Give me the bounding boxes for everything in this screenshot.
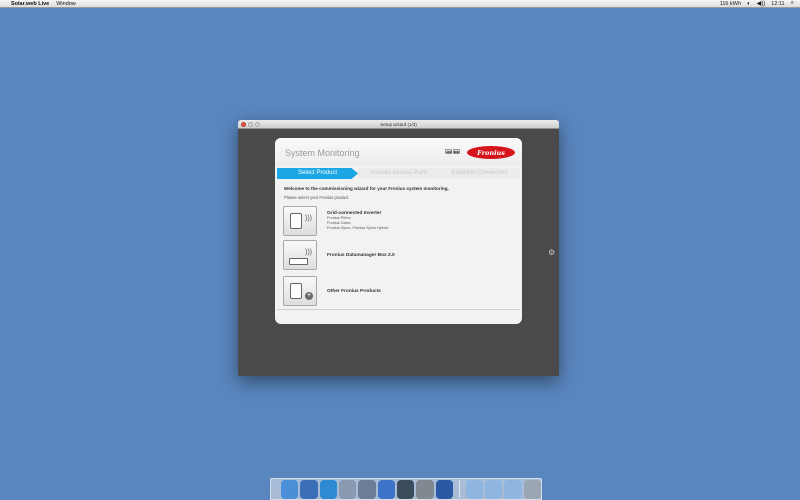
previous-button[interactable]: ◀◀ bbox=[445, 149, 452, 154]
wireless-signal-icon: ))) bbox=[305, 215, 312, 222]
dock-separator bbox=[458, 480, 460, 498]
product-other-fronius[interactable]: + Other Fronius Products bbox=[283, 275, 513, 307]
wireless-signal-icon: ))) bbox=[305, 249, 312, 256]
launchpad-icon[interactable] bbox=[300, 479, 318, 499]
wizard-content: Welcome to the commissioning wizard for … bbox=[284, 186, 514, 200]
other-products-thumbnail[interactable]: + bbox=[283, 276, 317, 306]
select-prompt: Please select your Fronius product bbox=[284, 195, 349, 200]
dock bbox=[270, 478, 542, 500]
plus-icon: + bbox=[305, 292, 313, 300]
folder-icon[interactable] bbox=[465, 479, 484, 499]
product-info: Other Fronius Products bbox=[327, 289, 381, 294]
product-name: Fronius Datamanager Box 2.0 bbox=[327, 252, 395, 258]
window-title: Setup wizard (1/3) bbox=[380, 121, 417, 127]
menu-window[interactable]: Window bbox=[56, 1, 76, 7]
spotlight-search-icon[interactable]: ⌕ bbox=[791, 0, 794, 7]
safari-icon[interactable] bbox=[319, 479, 337, 499]
device-icon bbox=[290, 283, 302, 299]
folder-icon[interactable] bbox=[504, 479, 522, 499]
minimize-window-button[interactable] bbox=[248, 122, 253, 127]
product-info: Fronius Datamanager Box 2.0 bbox=[327, 253, 395, 258]
wifi-icon[interactable]: ◐ bbox=[747, 1, 751, 7]
product-grid-connected-inverter[interactable]: ))) Grid-connected Inverter Fronius Prim… bbox=[283, 205, 513, 237]
datamanager-thumbnail[interactable]: ))) bbox=[283, 240, 317, 270]
menu-app-name[interactable]: Solar.web Live bbox=[11, 1, 49, 7]
product-subtitle: Fronius Symo, Fronius Symo Hybrid bbox=[327, 226, 388, 230]
clock[interactable]: 12:11 bbox=[771, 1, 784, 7]
step-activate-access-point: Activate Access Point bbox=[358, 168, 439, 179]
gear-icon[interactable]: ⚙ bbox=[548, 248, 555, 257]
product-name: Other Fronius Products bbox=[327, 288, 381, 294]
system-preferences-icon[interactable] bbox=[416, 479, 434, 499]
finder-icon[interactable] bbox=[281, 479, 299, 499]
zoom-window-button[interactable] bbox=[255, 122, 260, 127]
wizard-panel: System Monitoring ◀◀ ▶▶ Fronius Select P… bbox=[275, 138, 522, 324]
window-controls bbox=[241, 122, 260, 127]
fronius-logo: Fronius bbox=[467, 146, 515, 159]
panel-header: System Monitoring ◀◀ ▶▶ Fronius bbox=[275, 138, 522, 166]
inverter-device-icon bbox=[290, 213, 302, 229]
datamanager-device-icon bbox=[289, 258, 308, 265]
panel-footer-divider bbox=[277, 309, 520, 310]
product-info: Grid-connected Inverter Fronius Primo Fr… bbox=[327, 211, 388, 231]
itunes-icon[interactable] bbox=[377, 479, 395, 499]
menu-bar: Solar.web Live Window 116 kWh ◐ ◀)) 12:1… bbox=[0, 0, 800, 8]
media-controls: ◀◀ ▶▶ bbox=[445, 149, 460, 154]
activity-monitor-icon[interactable] bbox=[435, 479, 453, 499]
folder-icon[interactable] bbox=[485, 479, 503, 499]
mail-icon[interactable] bbox=[338, 479, 357, 499]
menu-extras: 116 kWh ◐ ◀)) 12:11 ⌕ bbox=[720, 0, 794, 7]
product-datamanager-box[interactable]: ))) Fronius Datamanager Box 2.0 bbox=[283, 239, 513, 271]
wizard-steps: Select Product Activate Access Point Est… bbox=[277, 168, 520, 179]
photos-icon[interactable] bbox=[358, 479, 376, 499]
battery-status[interactable]: 116 kWh bbox=[720, 1, 741, 7]
step-select-product: Select Product bbox=[277, 168, 358, 179]
volume-icon[interactable]: ◀)) bbox=[757, 0, 766, 7]
next-button[interactable]: ▶▶ bbox=[453, 149, 460, 154]
close-window-button[interactable] bbox=[241, 122, 246, 127]
trash-icon[interactable] bbox=[523, 479, 541, 499]
time-machine-icon[interactable] bbox=[396, 479, 415, 499]
step-establish-connection: Establish Connection bbox=[439, 168, 520, 179]
inverter-thumbnail[interactable]: ))) bbox=[283, 206, 317, 236]
welcome-text: Welcome to the commissioning wizard for … bbox=[284, 186, 449, 191]
window-titlebar[interactable]: Setup wizard (1/3) bbox=[238, 120, 559, 129]
panel-title: System Monitoring bbox=[285, 148, 360, 158]
